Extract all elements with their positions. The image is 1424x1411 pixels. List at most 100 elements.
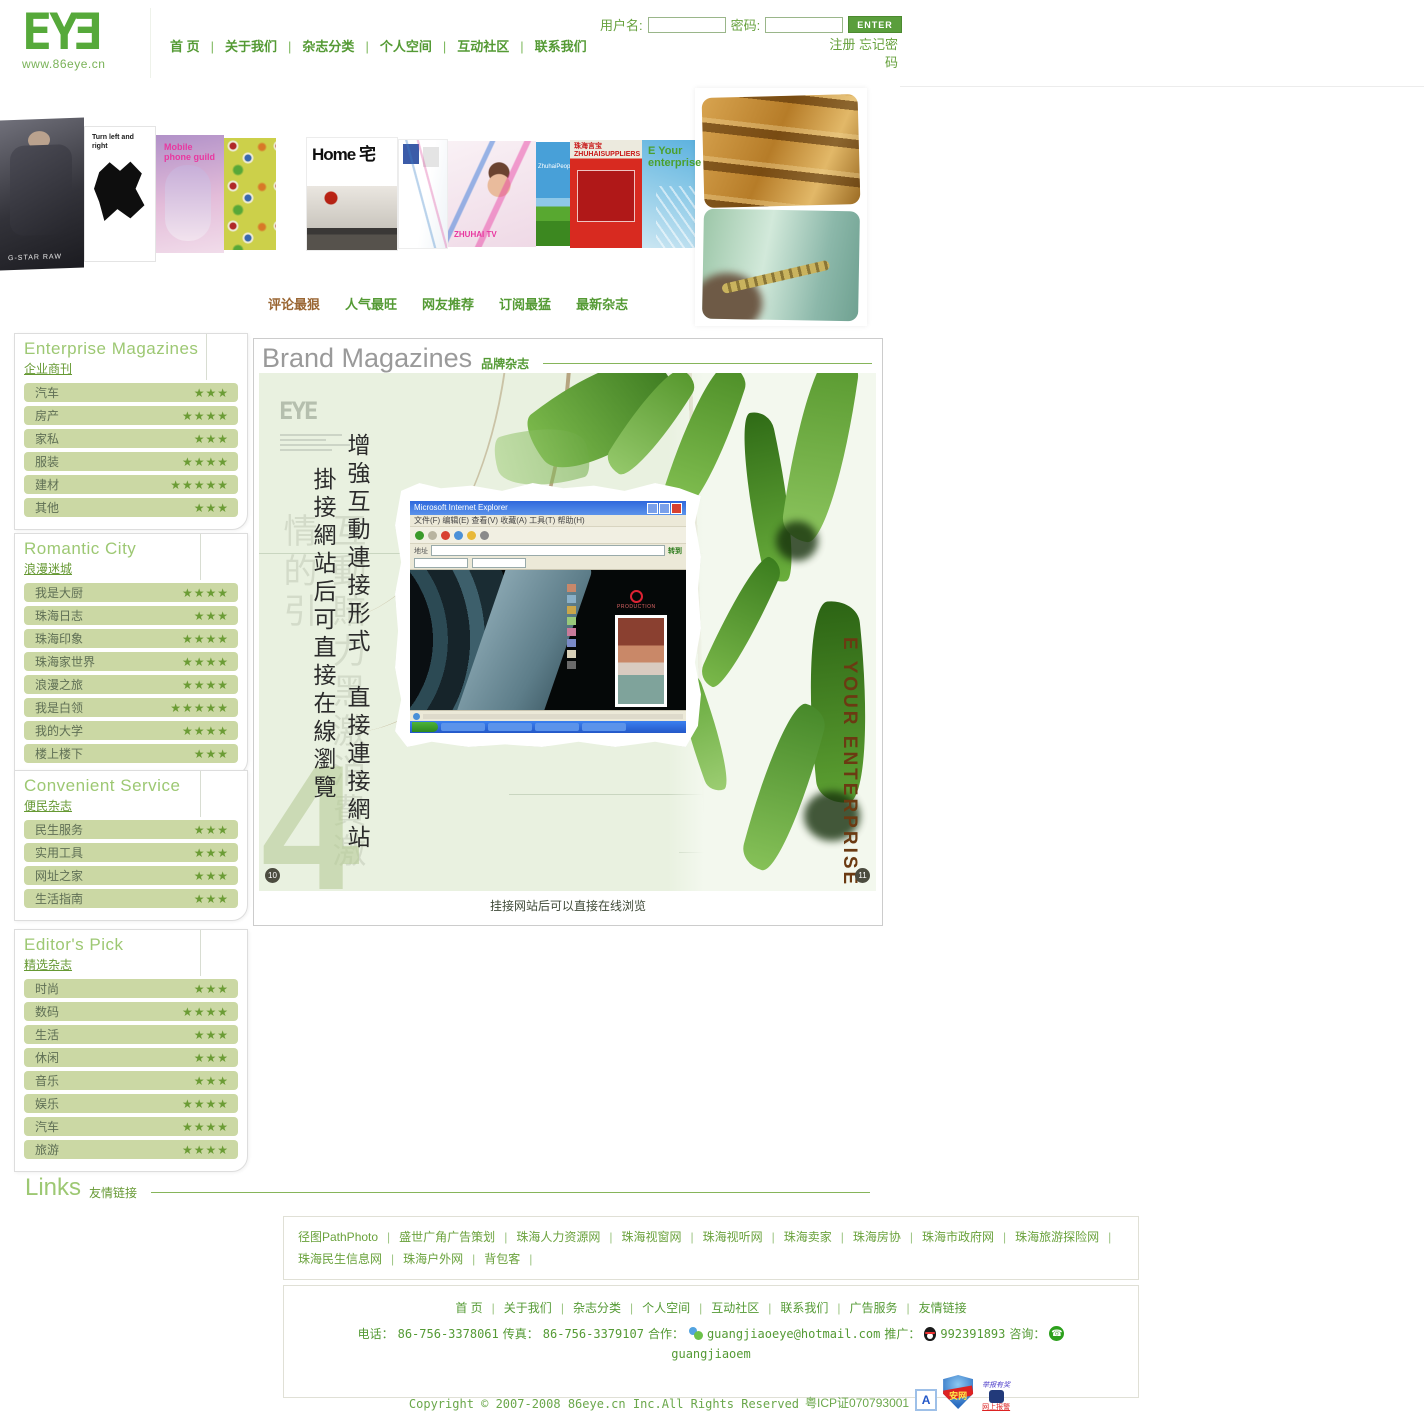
main-content: Brand Magazines 品牌杂志 EYE 互動賠力黑激消費激情的引 <box>253 338 883 926</box>
wood-photo[interactable] <box>702 94 861 208</box>
enter-button[interactable]: ENTER <box>848 16 902 33</box>
footer-nav-home[interactable]: 首 页 <box>455 1301 482 1315</box>
friend-link[interactable]: 珠海房协 <box>853 1230 922 1244</box>
friend-link[interactable]: 珠海户外网 <box>403 1252 484 1266</box>
nav-home[interactable]: 首 页 <box>170 39 200 54</box>
footer-nav-categories[interactable]: 杂志分类 <box>552 1301 621 1315</box>
report-badge[interactable]: 举报有奖 网上报警 <box>979 1382 1013 1411</box>
nav-about[interactable]: 关于我们 <box>200 39 277 54</box>
site-logo[interactable]: EYE www.86eye.cn <box>22 4 105 71</box>
category-row[interactable]: 我的大学★★★★ <box>24 721 238 740</box>
section-title-cn[interactable]: 企业商刊 <box>24 360 198 377</box>
category-row[interactable]: 我是大厨★★★★ <box>24 583 238 602</box>
username-input[interactable] <box>648 17 726 33</box>
category-row[interactable]: 休闲★★★ <box>24 1048 238 1067</box>
nav-personal-space[interactable]: 个人空间 <box>354 39 431 54</box>
category-row[interactable]: 房产★★★★ <box>24 406 238 425</box>
footer-nav-contact[interactable]: 联系我们 <box>759 1301 828 1315</box>
category-label: 楼上楼下 <box>35 745 83 762</box>
category-row[interactable]: 娱乐★★★★ <box>24 1094 238 1113</box>
friend-link[interactable]: 径图PathPhoto <box>298 1230 399 1244</box>
category-row[interactable]: 珠海日志★★★ <box>24 606 238 625</box>
friend-link[interactable]: 背包客 <box>484 1252 541 1266</box>
category-row[interactable]: 时尚★★★ <box>24 979 238 998</box>
friend-link[interactable]: 珠海人力资源网 <box>516 1230 621 1244</box>
section-title-cn[interactable]: 浪漫迷城 <box>24 560 192 577</box>
footer-nav-links[interactable]: 友情链接 <box>898 1301 967 1315</box>
magazine-cover[interactable]: Mobile phone guild <box>156 135 224 253</box>
category-row[interactable]: 生活指南★★★ <box>24 889 238 908</box>
category-row[interactable]: 汽车★★★ <box>24 383 238 402</box>
tab-newest[interactable]: 最新杂志 <box>576 294 628 313</box>
category-label: 民生服务 <box>35 821 83 838</box>
magazine-cover[interactable]: 珠海言宝 ZHUHAISUPPLIERS <box>570 140 642 248</box>
spread-eye-logo: EYE <box>279 397 316 425</box>
category-row[interactable]: 家私★★★ <box>24 429 238 448</box>
section-title-cn[interactable]: 便民杂志 <box>24 797 192 814</box>
tab-recommended[interactable]: 网友推荐 <box>422 294 474 313</box>
category-row[interactable]: 网址之家★★★ <box>24 866 238 885</box>
nav-categories[interactable]: 杂志分类 <box>277 39 354 54</box>
nav-contact[interactable]: 联系我们 <box>509 39 586 54</box>
magazine-cover[interactable]: G-STAR RAW <box>0 118 84 271</box>
trust-badge-a[interactable]: A <box>915 1389 937 1411</box>
footer-nav-about[interactable]: 关于我们 <box>483 1301 552 1315</box>
category-row[interactable]: 实用工具★★★ <box>24 843 238 862</box>
magazine-cover[interactable] <box>224 138 276 250</box>
category-row[interactable]: 民生服务★★★ <box>24 820 238 839</box>
password-input[interactable] <box>765 17 843 33</box>
promo-account: guangjiaoem <box>284 1347 1138 1361</box>
rating-stars: ★★★ <box>194 1028 229 1042</box>
category-label: 生活指南 <box>35 890 83 907</box>
footer-nav-community[interactable]: 互动社区 <box>690 1301 759 1315</box>
magazine-cover[interactable]: ZhuhaiPeoples <box>536 142 570 246</box>
friend-link[interactable]: 珠海视听网 <box>703 1230 784 1244</box>
register-link[interactable]: 注册 <box>829 37 855 52</box>
tab-most-popular[interactable]: 人气最旺 <box>345 294 397 313</box>
category-label: 休闲 <box>35 1049 59 1066</box>
category-row[interactable]: 珠海印象★★★★ <box>24 629 238 648</box>
footer-nav-personal-space[interactable]: 个人空间 <box>621 1301 690 1315</box>
category-row[interactable]: 其他★★★ <box>24 498 238 517</box>
category-row[interactable]: 我是白领★★★★★ <box>24 698 238 717</box>
category-row[interactable]: 旅游★★★★ <box>24 1140 238 1159</box>
magazine-cover[interactable]: ZHUHAI TV <box>448 141 536 247</box>
section-title-cn[interactable]: 精选杂志 <box>24 956 192 973</box>
friend-link[interactable]: 珠海视窗网 <box>621 1230 702 1244</box>
category-row[interactable]: 服装★★★★ <box>24 452 238 471</box>
category-row[interactable]: 楼上楼下★★★ <box>24 744 238 763</box>
footer-nav-ads[interactable]: 广告服务 <box>828 1301 897 1315</box>
cover-title: ZhuhaiPeoples <box>538 164 570 170</box>
logo-circle-icon <box>630 590 643 603</box>
category-row[interactable]: 珠海家世界★★★★ <box>24 652 238 671</box>
magazine-cover[interactable] <box>398 139 448 249</box>
forgot-password-link[interactable]: 忘记密码 <box>859 37 898 70</box>
magazine-spread-preview[interactable]: EYE 互動賠力黑激消費激情的引 增強互動連接形式 直接連接網站 掛接網站后可直… <box>259 373 876 891</box>
go-button: 转到 <box>668 546 682 556</box>
magazine-cover[interactable]: Home 宅 <box>306 137 398 251</box>
category-row[interactable]: 浪漫之旅★★★★ <box>24 675 238 694</box>
spread-caption: 挂接网站后可以直接在线浏览 <box>254 897 882 914</box>
category-row[interactable]: 生活★★★ <box>24 1025 238 1044</box>
friend-link[interactable]: 珠海民生信息网 <box>298 1252 403 1266</box>
magazine-cover[interactable]: Turn left and right <box>84 126 156 262</box>
nav-community[interactable]: 互动社区 <box>432 39 509 54</box>
friend-link[interactable]: 珠海旅游探险网 <box>1015 1230 1120 1244</box>
phone-icon[interactable] <box>1049 1326 1064 1341</box>
rating-stars: ★★★ <box>194 501 229 515</box>
tab-most-subscribed[interactable]: 订阅最猛 <box>499 294 551 313</box>
beads-photo[interactable] <box>702 209 860 322</box>
category-row[interactable]: 汽车★★★★ <box>24 1117 238 1136</box>
rating-stars: ★★★★ <box>182 1120 229 1134</box>
section-rows: 汽车★★★ 房产★★★★ 家私★★★ 服装★★★★ 建材★★★★★ 其他★★★ <box>15 380 247 523</box>
tab-hottest-comments[interactable]: 评论最狠 <box>268 294 320 313</box>
friend-link[interactable]: 珠海市政府网 <box>922 1230 1015 1244</box>
coop-email[interactable]: guangjiaoeye@hotmail.com <box>707 1327 880 1341</box>
category-row[interactable]: 建材★★★★★ <box>24 475 238 494</box>
category-row[interactable]: 数码★★★★ <box>24 1002 238 1021</box>
friend-link[interactable]: 盛世广角广告策划 <box>399 1230 516 1244</box>
security-shield-badge[interactable]: 安网 <box>943 1375 973 1409</box>
category-row[interactable]: 音乐★★★ <box>24 1071 238 1090</box>
friend-link[interactable]: 珠海卖家 <box>784 1230 853 1244</box>
header-divider <box>150 8 151 78</box>
